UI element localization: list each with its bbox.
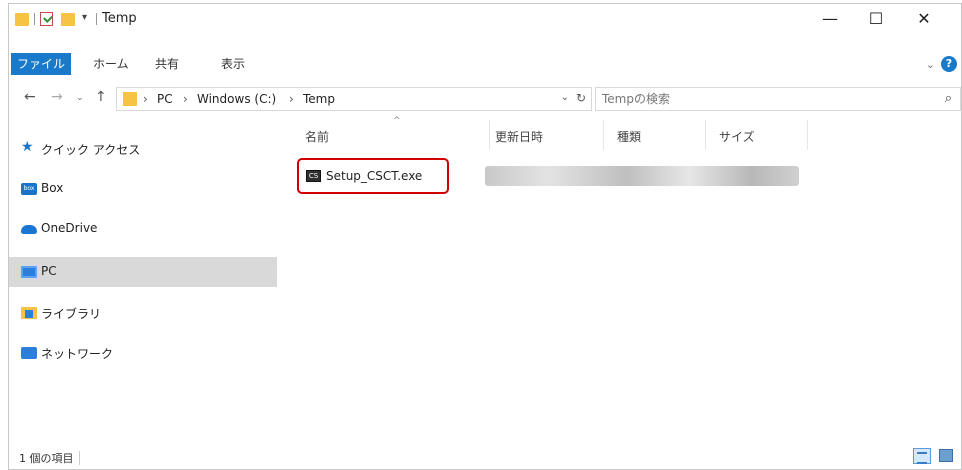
search-icon[interactable]: ⌕ bbox=[945, 91, 952, 106]
sidebar-item-label: ネットワーク bbox=[41, 347, 114, 361]
sort-ascending-icon: ^ bbox=[393, 116, 401, 126]
column-header-modified[interactable]: 更新日時 bbox=[495, 128, 543, 145]
quick-access-dropdown-icon[interactable]: ▾ bbox=[82, 12, 87, 28]
properties-icon[interactable] bbox=[40, 12, 53, 26]
column-header-name[interactable]: 名前 bbox=[305, 128, 329, 145]
up-button[interactable]: ↑ bbox=[95, 89, 107, 105]
column-divider[interactable] bbox=[489, 120, 490, 150]
toolbar-separator bbox=[34, 13, 35, 25]
back-button[interactable]: ← bbox=[24, 89, 36, 105]
refresh-icon[interactable]: ↻ bbox=[576, 91, 586, 105]
tab-view[interactable]: 表示 bbox=[221, 55, 245, 73]
sidebar-item-library[interactable]: ライブラリ bbox=[9, 298, 277, 328]
new-folder-icon[interactable] bbox=[61, 13, 75, 26]
pc-icon bbox=[21, 266, 37, 278]
explorer-window: ▾ Temp — ☐ ✕ ファイル ホーム 共有 表示 ⌄ ? ← → ⌄ ↑ … bbox=[8, 3, 962, 470]
recent-locations-icon[interactable]: ⌄ bbox=[76, 93, 84, 103]
file-row-setup-csct[interactable]: CS Setup_CSCT.exe bbox=[297, 158, 449, 194]
title-bar: ▾ Temp — ☐ ✕ bbox=[9, 4, 961, 34]
close-button[interactable]: ✕ bbox=[901, 4, 947, 34]
library-icon bbox=[21, 307, 37, 319]
item-count: 1 個の項目 bbox=[19, 452, 74, 465]
sidebar-item-quick-access[interactable]: ★ クイック アクセス bbox=[9, 134, 277, 164]
column-divider[interactable] bbox=[603, 120, 604, 150]
forward-button[interactable]: → bbox=[51, 89, 63, 105]
folder-icon bbox=[123, 92, 137, 106]
file-list: ^ 名前 更新日時 種類 サイズ CS Setup_CSCT.exe bbox=[287, 116, 962, 436]
sidebar-item-label: OneDrive bbox=[41, 221, 98, 235]
ribbon-tabs: ファイル ホーム 共有 表示 ⌄ ? bbox=[9, 51, 961, 77]
redacted-file-details bbox=[485, 166, 799, 186]
breadcrumb-separator: › bbox=[183, 92, 188, 106]
column-divider[interactable] bbox=[705, 120, 706, 150]
breadcrumb-pc[interactable]: PC bbox=[157, 92, 173, 106]
folder-icon[interactable] bbox=[15, 13, 29, 26]
status-bar: 1 個の項目 bbox=[9, 444, 961, 470]
column-divider[interactable] bbox=[807, 120, 808, 150]
help-icon[interactable]: ? bbox=[941, 56, 957, 72]
maximize-button[interactable]: ☐ bbox=[853, 4, 899, 34]
window-title: Temp bbox=[102, 11, 137, 26]
box-icon: box bbox=[21, 183, 37, 195]
sidebar-item-box[interactable]: box Box bbox=[9, 174, 277, 204]
network-icon bbox=[21, 347, 37, 359]
sidebar-item-label: Box bbox=[41, 181, 64, 195]
file-name: Setup_CSCT.exe bbox=[326, 169, 423, 183]
search-box: ⌕ bbox=[595, 87, 961, 111]
breadcrumb-windows-c[interactable]: Windows (C:) bbox=[197, 92, 276, 106]
navigation-pane: ★ クイック アクセス box Box OneDrive PC ライブラリ ネッ… bbox=[9, 116, 277, 436]
ribbon-expand-icon[interactable]: ⌄ bbox=[926, 58, 935, 71]
sidebar-item-pc[interactable]: PC bbox=[9, 257, 277, 287]
tab-share[interactable]: 共有 bbox=[155, 55, 179, 73]
executable-icon: CS bbox=[306, 170, 321, 182]
toolbar-separator bbox=[96, 13, 97, 25]
status-separator bbox=[79, 451, 80, 465]
address-dropdown-icon[interactable]: ⌄ bbox=[561, 92, 569, 103]
tab-home[interactable]: ホーム bbox=[93, 55, 129, 73]
minimize-button[interactable]: — bbox=[807, 4, 853, 34]
sidebar-item-label: クイック アクセス bbox=[41, 143, 141, 157]
star-icon: ★ bbox=[21, 139, 34, 155]
column-header-type[interactable]: 種類 bbox=[617, 128, 641, 145]
breadcrumb-separator: › bbox=[289, 92, 294, 106]
breadcrumb-separator: › bbox=[143, 92, 148, 106]
sidebar-item-network[interactable]: ネットワーク bbox=[9, 338, 277, 368]
details-view-icon[interactable] bbox=[913, 448, 931, 464]
sidebar-item-label: PC bbox=[41, 264, 57, 278]
sidebar-item-label: ライブラリ bbox=[41, 307, 102, 321]
large-icons-view-icon[interactable] bbox=[939, 449, 953, 462]
search-input[interactable] bbox=[602, 91, 922, 107]
address-row: ← → ⌄ ↑ › PC › Windows (C:) › Temp ⌄ ↻ ⌕ bbox=[9, 86, 961, 112]
cloud-icon bbox=[21, 225, 37, 234]
address-bar[interactable]: › PC › Windows (C:) › Temp ⌄ ↻ bbox=[116, 87, 592, 111]
tab-file[interactable]: ファイル bbox=[11, 53, 71, 75]
column-header-size[interactable]: サイズ bbox=[719, 128, 755, 145]
breadcrumb-temp[interactable]: Temp bbox=[303, 92, 335, 106]
sidebar-item-onedrive[interactable]: OneDrive bbox=[9, 214, 277, 244]
